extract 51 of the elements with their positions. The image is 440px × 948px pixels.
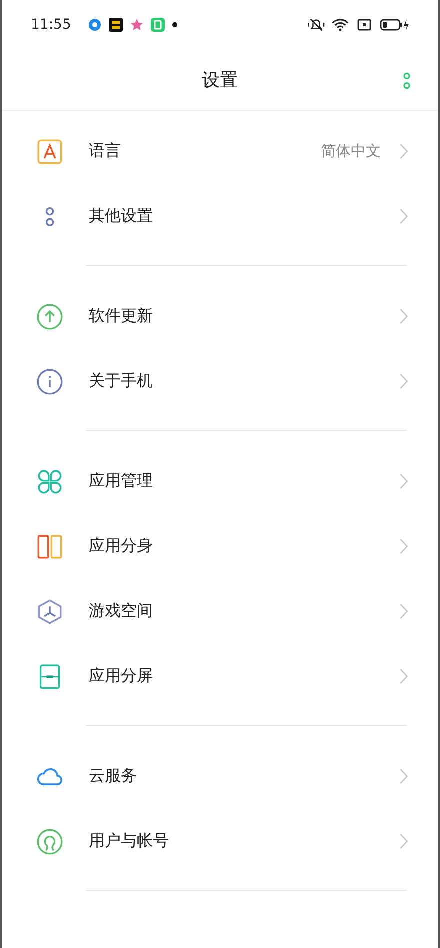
chevron-right-icon [399, 603, 409, 620]
settings-item[interactable]: 软件更新 [2, 284, 438, 349]
up-arrow-circle-icon [37, 304, 63, 330]
chevron-right-icon [399, 373, 409, 390]
chevron-right-icon [399, 208, 409, 225]
item-label: 语言 [89, 141, 122, 162]
item-value: 简体中文 [321, 142, 381, 161]
chevron-right-icon [399, 668, 409, 685]
settings-item[interactable]: 应用分身 [2, 514, 438, 579]
settings-item[interactable]: 应用分屏 [2, 644, 438, 709]
settings-item[interactable]: 用户与帐号 [2, 809, 438, 874]
app-icon [151, 18, 166, 32]
chevron-right-icon [399, 538, 409, 555]
chevron-right-icon [399, 833, 409, 850]
item-label: 应用管理 [89, 471, 154, 492]
app-icon [109, 18, 124, 32]
settings-item[interactable]: 语言 简体中文 [2, 119, 438, 184]
chevron-right-icon [399, 768, 409, 785]
item-label: 其他设置 [89, 206, 154, 227]
star-icon [130, 18, 144, 32]
settings-item[interactable]: 云服务 [2, 744, 438, 809]
user-icon [37, 828, 63, 854]
status-time: 11:55 [31, 17, 72, 33]
item-label: 云服务 [89, 766, 138, 787]
letter-a-icon [37, 138, 63, 164]
settings-item[interactable]: 其他设置 [2, 184, 438, 249]
chevron-right-icon [399, 143, 409, 160]
two-panels-icon [37, 534, 63, 560]
item-label: 关于手机 [89, 371, 154, 392]
four-petals-icon [37, 468, 63, 494]
page-title: 设置 [202, 69, 238, 92]
item-label: 游戏空间 [89, 601, 154, 622]
settings-item[interactable]: 游戏空间 [2, 579, 438, 644]
more-options-icon[interactable] [402, 71, 412, 91]
hexagon-icon [37, 598, 63, 624]
item-label: 用户与帐号 [89, 831, 170, 852]
wifi-icon [332, 18, 349, 32]
chevron-right-icon [399, 308, 409, 325]
item-label: 应用分屏 [89, 666, 154, 687]
item-label: 应用分身 [89, 536, 154, 557]
settings-item[interactable]: 应用管理 [2, 449, 438, 514]
notification-dot-icon [172, 22, 178, 28]
mute-bell-icon [308, 18, 325, 32]
sim-icon [356, 18, 373, 32]
item-label: 软件更新 [89, 306, 154, 327]
info-icon [37, 368, 63, 394]
circle-app-icon [88, 18, 102, 32]
chevron-right-icon [399, 473, 409, 490]
settings-item[interactable]: 关于手机 [2, 349, 438, 414]
battery-charging-icon [380, 18, 410, 32]
split-screen-icon [37, 664, 63, 690]
